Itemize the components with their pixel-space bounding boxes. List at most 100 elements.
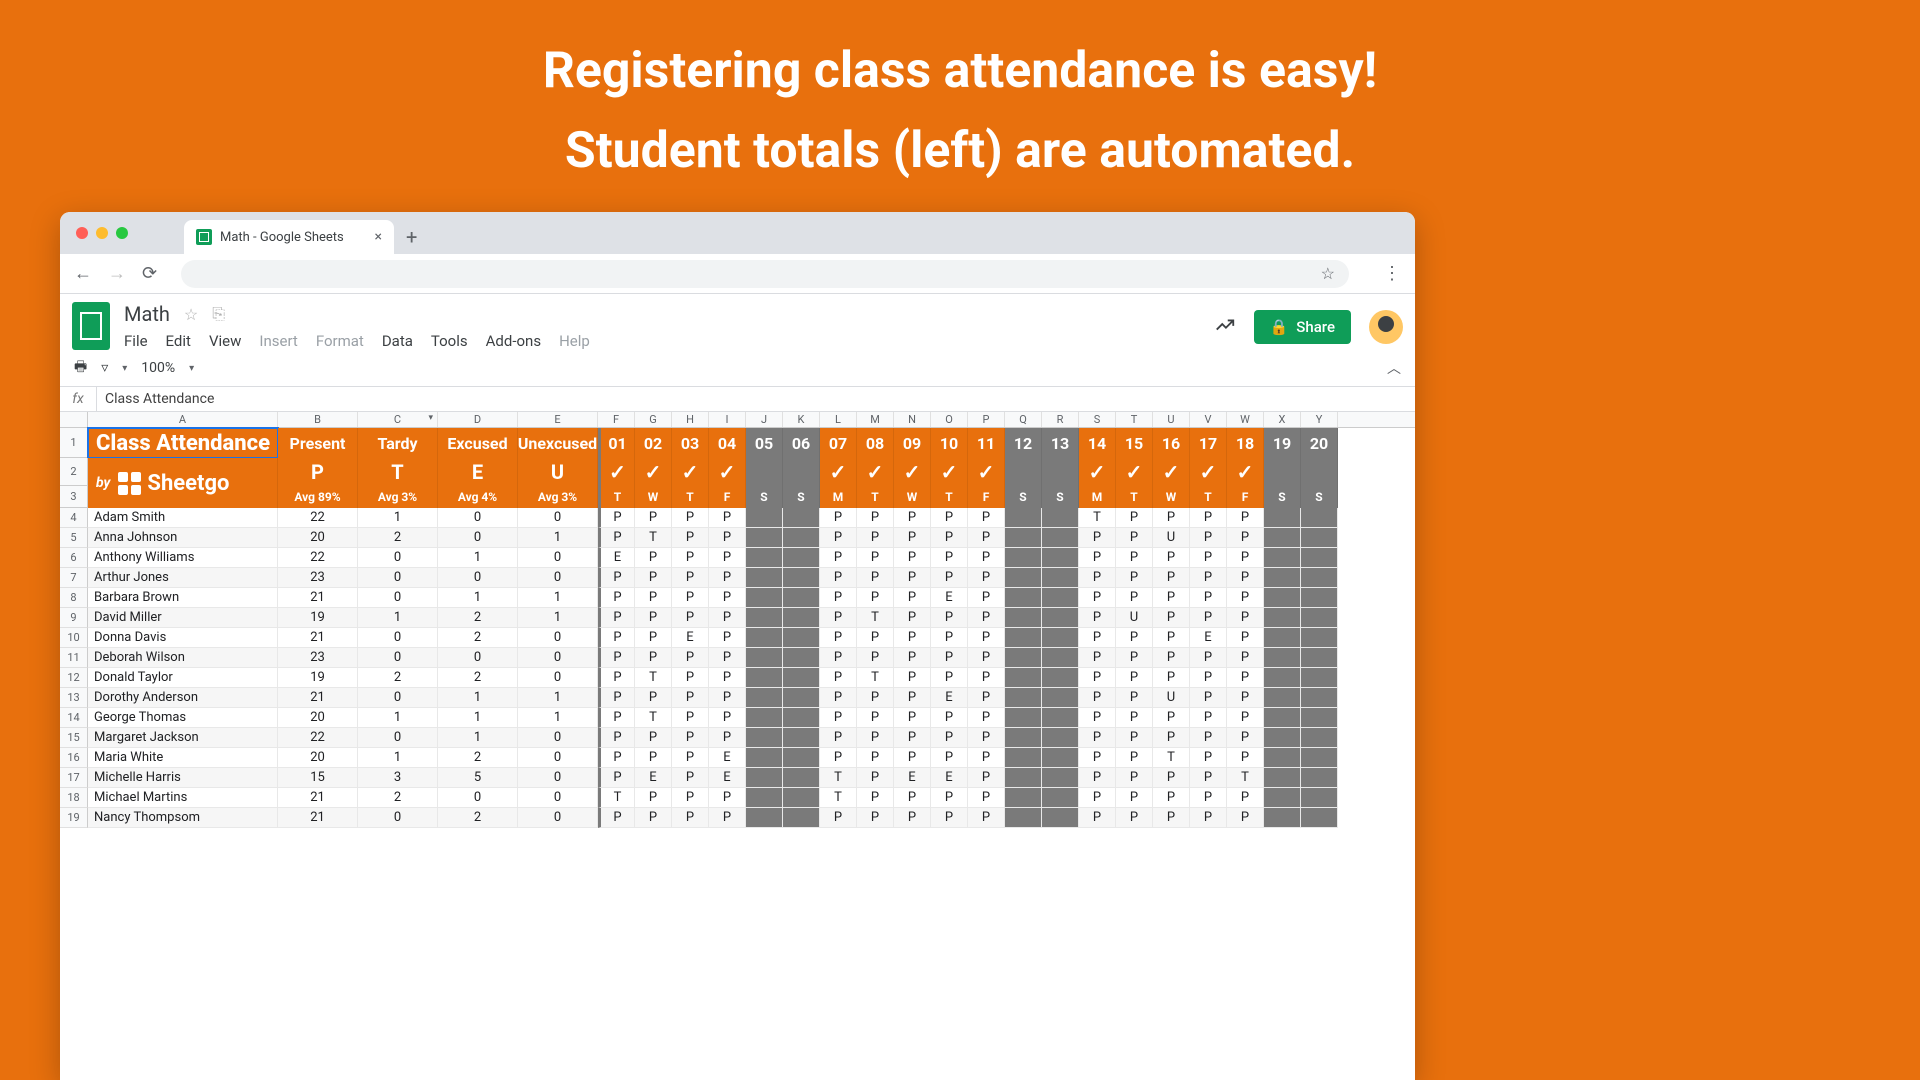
column-header-H[interactable]: H	[672, 412, 709, 427]
attendance-cell[interactable]	[1042, 528, 1079, 548]
attendance-cell[interactable]: P	[1079, 668, 1116, 688]
attendance-cell[interactable]: U	[1116, 608, 1153, 628]
attendance-cell[interactable]: T	[820, 768, 857, 788]
attendance-cell[interactable]	[1042, 548, 1079, 568]
attendance-cell[interactable]: P	[1079, 768, 1116, 788]
attendance-cell[interactable]	[1005, 648, 1042, 668]
stat-cell-e[interactable]: 1	[438, 688, 518, 708]
row-header-4[interactable]: 4	[60, 508, 88, 528]
day-check-09[interactable]: ✓	[894, 458, 931, 486]
attendance-cell[interactable]: P	[1227, 668, 1264, 688]
attendance-cell[interactable]: P	[598, 648, 635, 668]
stat-cell-p[interactable]: 19	[278, 608, 358, 628]
day-weekday-14[interactable]: M	[1079, 486, 1116, 508]
attendance-cell[interactable]: P	[672, 748, 709, 768]
attendance-cell[interactable]: P	[1079, 748, 1116, 768]
menu-help[interactable]: Help	[559, 332, 590, 350]
day-weekday-01[interactable]: T	[598, 486, 635, 508]
attendance-cell[interactable]: P	[931, 568, 968, 588]
attendance-cell[interactable]	[1301, 668, 1338, 688]
attendance-cell[interactable]: P	[857, 788, 894, 808]
menu-edit[interactable]: Edit	[166, 332, 191, 350]
attendance-cell[interactable]	[1042, 568, 1079, 588]
attendance-cell[interactable]: P	[1153, 668, 1190, 688]
attendance-cell[interactable]	[1005, 528, 1042, 548]
attendance-cell[interactable]	[1042, 708, 1079, 728]
attendance-cell[interactable]: P	[857, 728, 894, 748]
attendance-cell[interactable]	[783, 808, 820, 828]
attendance-cell[interactable]	[783, 728, 820, 748]
column-header-I[interactable]: I	[709, 412, 746, 427]
attendance-cell[interactable]: P	[672, 688, 709, 708]
stat-cell-u[interactable]: 0	[518, 748, 598, 768]
stat-cell-p[interactable]: 23	[278, 648, 358, 668]
attendance-cell[interactable]	[1264, 648, 1301, 668]
attendance-cell[interactable]: P	[857, 688, 894, 708]
column-header-A[interactable]: A	[88, 412, 278, 427]
attendance-cell[interactable]: E	[635, 768, 672, 788]
attendance-cell[interactable]: E	[709, 768, 746, 788]
day-check-02[interactable]: ✓	[635, 458, 672, 486]
attendance-cell[interactable]	[783, 788, 820, 808]
reload-button[interactable]: ⟳	[142, 263, 157, 284]
attendance-cell[interactable]: P	[931, 608, 968, 628]
attendance-cell[interactable]: T	[635, 528, 672, 548]
attendance-cell[interactable]: P	[598, 628, 635, 648]
day-header-20[interactable]: 20	[1301, 428, 1338, 458]
attendance-cell[interactable]	[1042, 768, 1079, 788]
attendance-cell[interactable]: P	[1227, 588, 1264, 608]
attendance-cell[interactable]: E	[894, 768, 931, 788]
attendance-cell[interactable]: T	[857, 668, 894, 688]
attendance-cell[interactable]: T	[820, 788, 857, 808]
attendance-cell[interactable]: P	[931, 708, 968, 728]
attendance-cell[interactable]	[1264, 508, 1301, 528]
day-check-10[interactable]: ✓	[931, 458, 968, 486]
attendance-cell[interactable]: P	[709, 568, 746, 588]
attendance-cell[interactable]: P	[968, 608, 1005, 628]
attendance-cell[interactable]: P	[820, 648, 857, 668]
attendance-cell[interactable]: P	[1116, 728, 1153, 748]
student-name[interactable]: Arthur Jones	[88, 568, 278, 588]
collapse-toolbar-icon[interactable]: ︿	[1387, 358, 1401, 378]
attendance-cell[interactable]: T	[1227, 768, 1264, 788]
print-icon[interactable]: 🖶	[74, 356, 87, 380]
attendance-cell[interactable]: T	[1153, 748, 1190, 768]
attendance-cell[interactable]: P	[598, 668, 635, 688]
attendance-cell[interactable]: P	[968, 788, 1005, 808]
attendance-cell[interactable]: P	[598, 608, 635, 628]
day-header-12[interactable]: 12	[1005, 428, 1042, 458]
attendance-cell[interactable]: P	[1227, 608, 1264, 628]
menu-data[interactable]: Data	[382, 332, 413, 350]
attendance-cell[interactable]: P	[709, 628, 746, 648]
attendance-cell[interactable]: P	[672, 528, 709, 548]
day-check-19[interactable]	[1264, 458, 1301, 486]
attendance-cell[interactable]: P	[1190, 808, 1227, 828]
attendance-cell[interactable]: P	[672, 548, 709, 568]
attendance-cell[interactable]: P	[1227, 528, 1264, 548]
filter-icon[interactable]: ▿	[101, 360, 108, 376]
column-header-Q[interactable]: Q	[1005, 412, 1042, 427]
zoom-dropdown-icon[interactable]: ▾	[189, 363, 194, 374]
attendance-cell[interactable]: P	[894, 528, 931, 548]
attendance-cell[interactable]: P	[820, 528, 857, 548]
stat-cell-u[interactable]: 0	[518, 728, 598, 748]
attendance-cell[interactable]: P	[894, 508, 931, 528]
attendance-cell[interactable]: P	[709, 808, 746, 828]
attendance-cell[interactable]: P	[1153, 628, 1190, 648]
attendance-cell[interactable]: P	[598, 728, 635, 748]
attendance-cell[interactable]: P	[1190, 648, 1227, 668]
attendance-cell[interactable]: P	[635, 508, 672, 528]
day-header-07[interactable]: 07	[820, 428, 857, 458]
attendance-cell[interactable]: P	[1190, 528, 1227, 548]
attendance-cell[interactable]: P	[709, 588, 746, 608]
attendance-cell[interactable]: P	[857, 508, 894, 528]
attendance-cell[interactable]: P	[931, 788, 968, 808]
attendance-cell[interactable]: P	[1227, 508, 1264, 528]
column-header-B[interactable]: B	[278, 412, 358, 427]
day-check-03[interactable]: ✓	[672, 458, 709, 486]
attendance-cell[interactable]: P	[894, 708, 931, 728]
attendance-cell[interactable]: P	[635, 788, 672, 808]
stat-cell-p[interactable]: 22	[278, 548, 358, 568]
stat-cell-e[interactable]: 1	[438, 728, 518, 748]
attendance-cell[interactable]: P	[672, 508, 709, 528]
